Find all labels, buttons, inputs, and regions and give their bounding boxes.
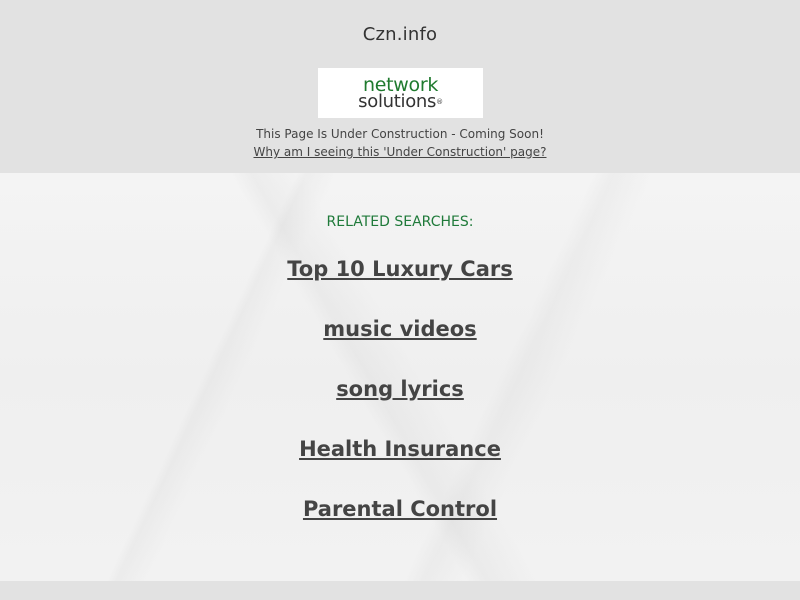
footer-bar [0, 581, 800, 600]
search-link-music-videos[interactable]: music videos [0, 317, 800, 341]
under-construction-text: This Page Is Under Construction - Coming… [256, 127, 544, 141]
search-link-parental-control[interactable]: Parental Control [0, 497, 800, 521]
registered-mark: ® [436, 98, 443, 106]
related-searches-section: RELATED SEARCHES: Top 10 Luxury Cars mus… [0, 173, 800, 581]
search-link-song-lyrics[interactable]: song lyrics [0, 377, 800, 401]
header: Czn.info network solutions® This Page Is… [0, 0, 800, 173]
related-searches-heading: RELATED SEARCHES: [326, 214, 474, 230]
site-name: Czn.info [362, 24, 438, 45]
network-solutions-logo[interactable]: network solutions® [318, 68, 483, 118]
search-link-health-insurance[interactable]: Health Insurance [0, 437, 800, 461]
search-link-luxury-cars[interactable]: Top 10 Luxury Cars [0, 257, 800, 281]
logo-line-solutions: solutions® [318, 91, 483, 112]
why-under-construction-link[interactable]: Why am I seeing this 'Under Construction… [0, 145, 800, 159]
logo-line-solutions-text: solutions [358, 91, 437, 112]
